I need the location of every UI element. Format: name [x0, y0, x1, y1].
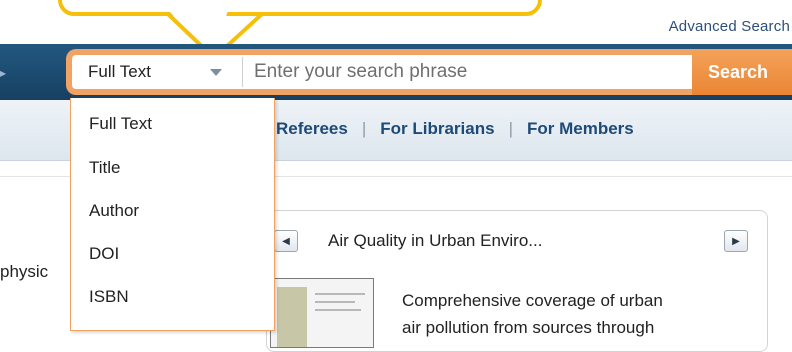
scope-option-title[interactable]: Title — [89, 158, 121, 178]
nav-link-for-librarians[interactable]: For Librarians — [380, 119, 494, 139]
featured-book-title[interactable]: Air Quality in Urban Enviro... — [328, 231, 542, 251]
truncated-body-text: physic — [0, 262, 49, 281]
search-scope-dropdown: Full Text Title Author DOI ISBN — [70, 98, 275, 331]
scope-option-doi[interactable]: DOI — [89, 244, 119, 264]
prev-arrow-icon[interactable]: ◀ — [274, 230, 298, 252]
nav-separator: | — [508, 119, 513, 138]
scope-option-isbn[interactable]: ISBN — [89, 287, 129, 307]
search-input[interactable] — [250, 55, 694, 89]
search-divider — [242, 57, 243, 87]
callout-box — [58, 0, 542, 16]
featured-book-description: Comprehensive coverage of urban air poll… — [402, 287, 762, 341]
description-line: air pollution from sources through — [402, 318, 655, 337]
nav-link-for-members[interactable]: For Members — [527, 119, 634, 139]
scope-option-author[interactable]: Author — [89, 201, 139, 221]
advanced-search-link[interactable]: Advanced Search — [669, 18, 790, 35]
secondary-nav-links: Referees | For Librarians | For Members — [276, 119, 634, 139]
caret-down-icon[interactable] — [210, 69, 222, 76]
search-scope-value: Full Text — [88, 62, 151, 81]
search-button[interactable]: Search — [692, 49, 792, 95]
menu-arrow-icon[interactable]: ▸ — [0, 66, 12, 80]
search-scope-select[interactable]: Full Text — [72, 55, 242, 89]
next-arrow-icon[interactable]: ▶ — [724, 230, 748, 252]
description-line: Comprehensive coverage of urban — [402, 291, 663, 310]
scope-option-full-text[interactable]: Full Text — [89, 114, 152, 134]
nav-link-referees[interactable]: Referees — [276, 119, 348, 139]
nav-separator: | — [361, 119, 367, 138]
book-cover-thumbnail[interactable] — [270, 278, 374, 348]
